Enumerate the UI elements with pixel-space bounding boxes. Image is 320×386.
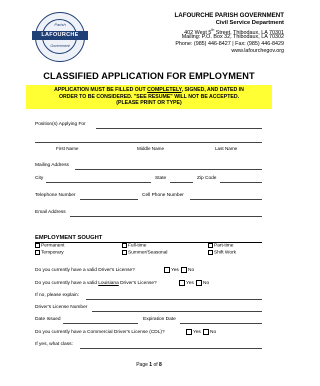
email-field[interactable] — [70, 216, 262, 217]
middle-name-label: Middle Name — [137, 146, 165, 151]
option-shift-work[interactable]: Shift Work — [208, 250, 236, 256]
cdl-question: Do you currently have a Commercial Drive… — [35, 330, 165, 335]
yes-label: Yes — [171, 268, 179, 273]
notice-line-1: APPLICATION MUST BE FILLED OUT COMPLETEL… — [54, 87, 244, 93]
email-label: Email Address — [35, 210, 66, 215]
temporary-checkbox[interactable] — [35, 250, 40, 255]
shift-work-checkbox[interactable] — [208, 250, 213, 255]
no-label: No — [203, 281, 210, 286]
louisiana-license-no-checkbox[interactable] — [196, 280, 202, 286]
positions-label: Position(s) Applying For — [35, 122, 86, 127]
mailing-address-line: Mailing: P.O. Box 32, Thibodaux, LA 7030… — [181, 34, 284, 40]
if-no-explain-field[interactable] — [86, 299, 262, 300]
mailing-address-label: Mailing Address — [35, 163, 69, 168]
drivers-license-question: Do you currently have a valid Driver's L… — [35, 268, 135, 273]
first-name-label: First Name — [56, 146, 79, 151]
date-issued-field[interactable] — [63, 323, 138, 324]
zip-label: Zip Code — [197, 176, 217, 181]
name-field[interactable] — [35, 142, 262, 143]
option-temporary[interactable]: Temporary — [35, 250, 64, 256]
department-name: Civil Service Department — [215, 20, 284, 26]
website[interactable]: www.lafourchegov.org — [231, 48, 284, 55]
option-permanent[interactable]: Permanent — [35, 243, 64, 249]
seal-top-text: Parish — [54, 22, 66, 27]
cdl-yes-checkbox[interactable] — [186, 329, 192, 335]
cdl-class-label: If yes, what class: — [35, 342, 73, 347]
louisiana-license-question: Do you currently have a valid Louisiana … — [35, 281, 157, 286]
no-label: No — [210, 330, 217, 335]
option-full-time[interactable]: Full-time — [122, 243, 146, 249]
last-name-label: Last Name — [215, 146, 238, 151]
expiration-date-label: Expiration Date — [143, 317, 176, 322]
mailing-address-field[interactable] — [75, 169, 262, 170]
part-time-checkbox[interactable] — [208, 243, 213, 248]
license-number-label: Driver's License Number — [35, 305, 88, 310]
drivers-license-yes-checkbox[interactable] — [164, 267, 170, 273]
page-title: CLASSIFIED APPLICATION FOR EMPLOYMENT — [43, 71, 255, 81]
state-field[interactable] — [170, 182, 193, 183]
no-label: No — [188, 268, 195, 273]
full-time-checkbox[interactable] — [122, 243, 127, 248]
drivers-license-no-checkbox[interactable] — [181, 267, 187, 273]
yes-label: Yes — [186, 281, 194, 286]
permanent-checkbox[interactable] — [35, 243, 40, 248]
seal-band-text: LAFOURCHE — [32, 31, 88, 40]
yes-label: Yes — [193, 330, 201, 335]
cell-phone-field[interactable] — [190, 199, 262, 200]
license-number-field[interactable] — [92, 311, 262, 312]
seal-bottom-text: Government — [50, 44, 70, 48]
city-field[interactable] — [46, 182, 151, 183]
city-label: City — [35, 176, 44, 181]
parish-seal-logo: Parish LAFOURCHE Government — [32, 12, 88, 62]
positions-field[interactable] — [96, 128, 262, 129]
cdl-no-checkbox[interactable] — [203, 329, 209, 335]
telephone-label: Telephone Number — [35, 193, 76, 198]
telephone-field[interactable] — [80, 199, 138, 200]
page-number: Page 1 of 8 — [136, 362, 162, 368]
zip-field[interactable] — [220, 182, 262, 183]
instructions-notice: APPLICATION MUST BE FILLED OUT COMPLETEL… — [26, 85, 272, 109]
org-name: LAFOURCHE PARISH GOVERNMENT — [174, 12, 284, 19]
employment-sought-heading: EMPLOYMENT SOUGHT — [35, 235, 103, 241]
cell-phone-label: Cell Phone Number — [142, 193, 184, 198]
phone-fax: Phone: (985) 446-8427 | Fax: (985) 446-8… — [175, 41, 284, 47]
state-label: State — [155, 176, 167, 181]
cdl-class-field[interactable] — [80, 348, 262, 349]
expiration-date-field[interactable] — [180, 323, 262, 324]
notice-line-3: (PLEASE PRINT OR TYPE) — [116, 100, 182, 106]
louisiana-license-yes-checkbox[interactable] — [179, 280, 185, 286]
summer-seasonal-checkbox[interactable] — [122, 250, 127, 255]
option-summer-seasonal[interactable]: Summer/Seasonal — [122, 250, 167, 256]
date-issued-label: Date Issued — [35, 317, 61, 322]
if-no-explain-label: If no, please explain: — [35, 293, 80, 298]
option-part-time[interactable]: Part-time — [208, 243, 233, 249]
